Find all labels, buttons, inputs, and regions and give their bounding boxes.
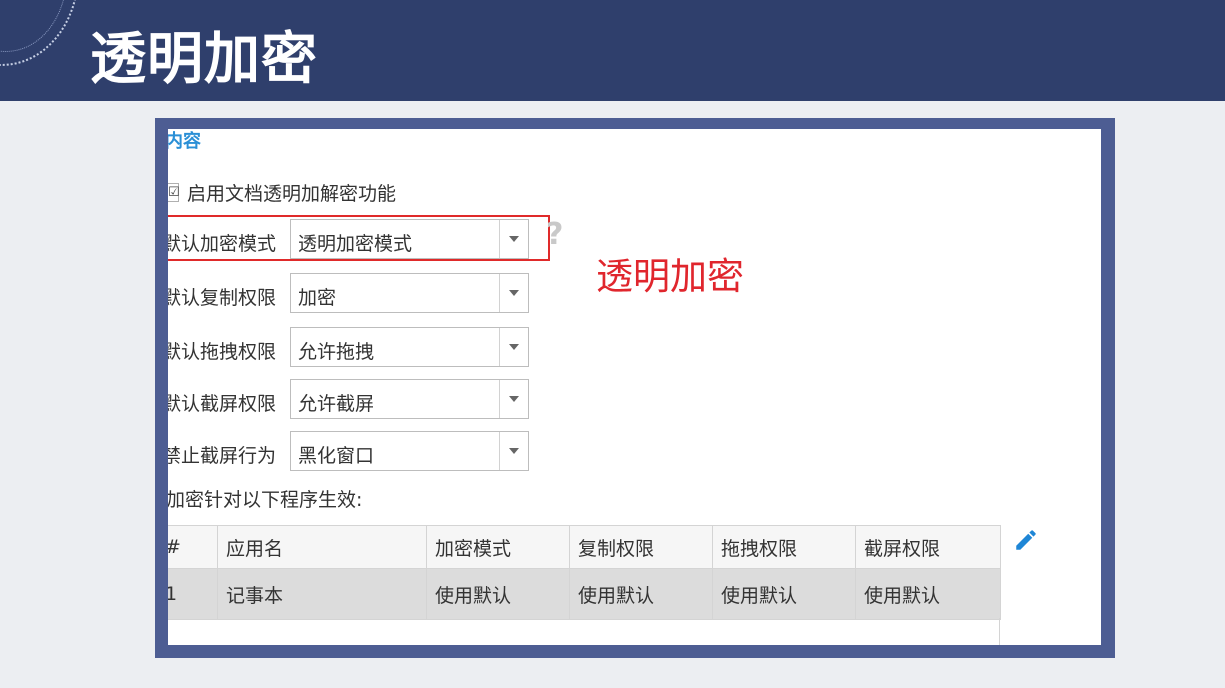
table-header-row: # 应用名 加密模式 复制权限 拖拽权限 截屏权限 xyxy=(168,525,1001,569)
column-header[interactable]: 拖拽权限 xyxy=(712,525,856,569)
table-cell: 使用默认 xyxy=(569,568,713,620)
chevron-down-icon[interactable] xyxy=(499,328,528,366)
enable-encryption-label: 启用文档透明加解密功能 xyxy=(187,182,397,205)
block-screenshot-select[interactable]: 黑化窗口 xyxy=(290,431,529,471)
column-header[interactable]: 复制权限 xyxy=(569,525,713,569)
slide-header: 透明加密 xyxy=(0,0,1225,101)
program-table: # 应用名 加密模式 复制权限 拖拽权限 截屏权限 1 记事本 使用默认 使用默… xyxy=(168,525,1001,620)
select-value: 允许拖拽 xyxy=(298,341,375,363)
settings-panel: 内容 ☑ 启用文档透明加解密功能 默认加密模式 透明加密模式 默认复制权限 加密… xyxy=(168,129,1101,645)
chevron-down-icon[interactable] xyxy=(499,432,528,470)
column-header[interactable]: 应用名 xyxy=(217,525,427,569)
drag-permission-select[interactable]: 允许拖拽 xyxy=(290,327,529,367)
chevron-down-icon[interactable] xyxy=(499,380,528,418)
select-value: 黑化窗口 xyxy=(298,445,375,467)
table-empty-area xyxy=(168,618,1000,645)
select-value: 允许截屏 xyxy=(298,393,375,415)
table-cell: 1 xyxy=(168,568,218,620)
field-label: 默认拖拽权限 xyxy=(168,341,277,363)
chevron-down-icon[interactable] xyxy=(499,274,528,312)
column-header[interactable]: 截屏权限 xyxy=(855,525,1001,569)
column-header[interactable]: 加密模式 xyxy=(426,525,570,569)
field-label: 默认复制权限 xyxy=(168,287,277,309)
copy-permission-select[interactable]: 加密 xyxy=(290,273,529,313)
slide-title: 透明加密 xyxy=(90,27,318,92)
table-cell: 使用默认 xyxy=(855,568,1001,620)
table-cell: 记事本 xyxy=(217,568,427,620)
help-icon[interactable]: ? xyxy=(546,217,563,252)
screenshot-frame: 内容 ☑ 启用文档透明加解密功能 默认加密模式 透明加密模式 默认复制权限 加密… xyxy=(155,118,1115,658)
table-row[interactable]: 1 记事本 使用默认 使用默认 使用默认 使用默认 xyxy=(168,568,1001,620)
section-title: 内容 xyxy=(168,131,201,152)
column-header[interactable]: # xyxy=(168,525,218,569)
table-cell: 使用默认 xyxy=(426,568,570,620)
screenshot-permission-select[interactable]: 允许截屏 xyxy=(290,379,529,419)
table-cell: 使用默认 xyxy=(712,568,856,620)
highlight-box xyxy=(168,215,550,261)
annotation-text: 透明加密 xyxy=(596,255,744,298)
field-label: 禁止截屏行为 xyxy=(168,445,277,467)
pencil-edit-icon[interactable] xyxy=(1013,527,1039,553)
select-value: 加密 xyxy=(298,287,337,309)
enable-encryption-row[interactable]: ☑ 启用文档透明加解密功能 xyxy=(168,179,396,205)
checkbox-icon[interactable]: ☑ xyxy=(168,182,180,202)
table-caption: 加密针对以下程序生效: xyxy=(168,489,363,511)
field-label: 默认截屏权限 xyxy=(168,393,277,415)
